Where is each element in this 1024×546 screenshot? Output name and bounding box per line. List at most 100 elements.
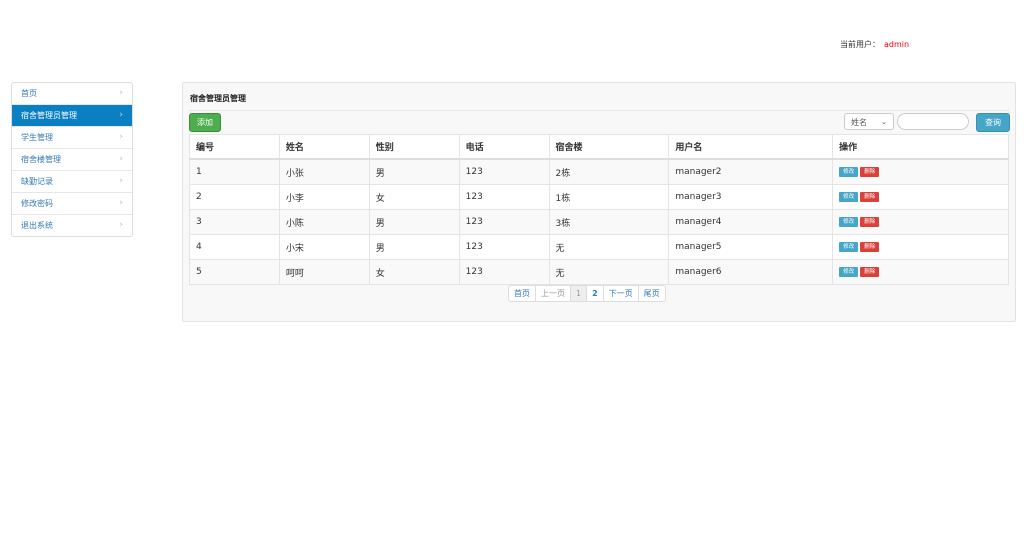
cell-gender: 男 <box>368 209 460 235</box>
cell-gender: 女 <box>368 184 460 210</box>
pagination-page-2[interactable]: 2 <box>586 286 603 301</box>
cell-building: 2栋 <box>548 158 670 185</box>
cell-username: manager5 <box>668 234 834 260</box>
cell-id: 4 <box>189 234 280 260</box>
column-header-actions: 操作 <box>832 134 1009 160</box>
cell-phone: 123 <box>458 158 550 185</box>
cell-gender: 男 <box>368 158 460 185</box>
cell-gender: 女 <box>368 259 460 285</box>
cell-building: 无 <box>548 234 670 260</box>
sidebar-item-logout[interactable]: 退出系统 › <box>12 214 132 236</box>
column-header-gender: 性别 <box>368 134 460 160</box>
delete-button[interactable]: 删除 <box>860 216 880 227</box>
chevron-right-icon: › <box>119 220 123 230</box>
column-header-building: 宿舍楼 <box>548 134 670 160</box>
sidebar-item-label: 宿舍楼管理 <box>21 155 61 164</box>
main-panel: 宿舍管理员管理 添加 姓名 ⌄ 查询 编号 姓名 性别 电话 宿舍楼 用户名 操… <box>182 82 1016 322</box>
sidebar-item-change-password[interactable]: 修改密码 › <box>12 192 132 214</box>
pagination-prev[interactable]: 上一页 <box>535 286 570 301</box>
search-field-selected: 姓名 <box>851 118 867 127</box>
cell-building: 1栋 <box>548 184 670 210</box>
cell-phone: 123 <box>458 209 550 235</box>
cell-building: 无 <box>548 259 670 285</box>
pagination-page-1[interactable]: 1 <box>570 286 587 301</box>
divider <box>189 110 1009 111</box>
table-row: 5 呵呵 女 123 无 manager6 修改 删除 <box>189 259 1009 285</box>
sidebar-item-label: 修改密码 <box>21 199 53 208</box>
chevron-down-icon: ⌄ <box>881 118 887 126</box>
add-button[interactable]: 添加 <box>189 113 221 132</box>
column-header-id: 编号 <box>189 134 280 160</box>
edit-button[interactable]: 修改 <box>839 241 859 252</box>
cell-id: 1 <box>189 158 280 185</box>
cell-actions: 修改 删除 <box>832 184 1009 210</box>
sidebar-item-dorm-manager-admin[interactable]: 宿舍管理员管理 › <box>12 104 132 126</box>
sidebar-item-label: 首页 <box>21 89 37 98</box>
chevron-right-icon: › <box>119 132 123 142</box>
search-input[interactable] <box>897 113 969 130</box>
query-button[interactable]: 查询 <box>976 113 1010 132</box>
cell-username: manager6 <box>668 259 834 285</box>
cell-name: 小李 <box>278 184 370 210</box>
sidebar-item-label: 宿舍管理员管理 <box>21 111 77 120</box>
column-header-username: 用户名 <box>668 134 834 160</box>
delete-button[interactable]: 删除 <box>860 266 880 277</box>
cell-actions: 修改 删除 <box>832 234 1009 260</box>
current-user-label: 当前用户： <box>840 40 880 49</box>
chevron-right-icon: › <box>119 176 123 186</box>
cell-phone: 123 <box>458 259 550 285</box>
cell-username: manager2 <box>668 158 834 185</box>
cell-actions: 修改 删除 <box>832 259 1009 285</box>
sidebar-item-student-admin[interactable]: 学生管理 › <box>12 126 132 148</box>
delete-button[interactable]: 删除 <box>860 191 880 202</box>
cell-name: 呵呵 <box>278 259 370 285</box>
chevron-right-icon: › <box>119 110 123 120</box>
managers-table: 编号 姓名 性别 电话 宿舍楼 用户名 操作 1 小张 男 123 2栋 man… <box>189 134 1009 285</box>
pagination-last[interactable]: 尾页 <box>637 286 665 301</box>
current-user-bar: 当前用户： admin <box>840 39 909 50</box>
column-header-name: 姓名 <box>278 134 370 160</box>
current-user-name: admin <box>884 40 910 49</box>
cell-actions: 修改 删除 <box>832 158 1009 185</box>
table-row: 3 小陈 男 123 3栋 manager4 修改 删除 <box>189 209 1009 235</box>
chevron-right-icon: › <box>119 198 123 208</box>
chevron-right-icon: › <box>119 88 123 98</box>
cell-actions: 修改 删除 <box>832 209 1009 235</box>
table-header-row: 编号 姓名 性别 电话 宿舍楼 用户名 操作 <box>189 134 1009 160</box>
pagination-next[interactable]: 下一页 <box>602 286 638 301</box>
edit-button[interactable]: 修改 <box>839 191 859 202</box>
sidebar-nav: 首页 › 宿舍管理员管理 › 学生管理 › 宿舍楼管理 › 缺勤记录 › 修改密… <box>11 82 133 237</box>
edit-button[interactable]: 修改 <box>839 216 859 227</box>
pagination-first[interactable]: 首页 <box>509 286 535 301</box>
sidebar-item-label: 学生管理 <box>21 133 53 142</box>
table-row: 4 小宋 男 123 无 manager5 修改 删除 <box>189 234 1009 260</box>
table-row: 1 小张 男 123 2栋 manager2 修改 删除 <box>189 158 1009 185</box>
cell-gender: 男 <box>368 234 460 260</box>
edit-button[interactable]: 修改 <box>839 266 859 277</box>
search-field-select[interactable]: 姓名 ⌄ <box>844 113 894 130</box>
sidebar-item-building-admin[interactable]: 宿舍楼管理 › <box>12 148 132 170</box>
cell-name: 小陈 <box>278 209 370 235</box>
sidebar-item-absence-records[interactable]: 缺勤记录 › <box>12 170 132 192</box>
cell-phone: 123 <box>458 234 550 260</box>
sidebar-item-label: 缺勤记录 <box>21 177 53 186</box>
cell-username: manager3 <box>668 184 834 210</box>
table-row: 2 小李 女 123 1栋 manager3 修改 删除 <box>189 184 1009 210</box>
delete-button[interactable]: 删除 <box>860 241 880 252</box>
cell-building: 3栋 <box>548 209 670 235</box>
chevron-right-icon: › <box>119 154 123 164</box>
column-header-phone: 电话 <box>458 134 550 160</box>
cell-id: 2 <box>189 184 280 210</box>
delete-button[interactable]: 删除 <box>860 166 880 177</box>
edit-button[interactable]: 修改 <box>839 166 859 177</box>
sidebar-item-label: 退出系统 <box>21 221 53 230</box>
cell-name: 小张 <box>278 158 370 185</box>
cell-phone: 123 <box>458 184 550 210</box>
cell-username: manager4 <box>668 209 834 235</box>
sidebar-item-home[interactable]: 首页 › <box>12 83 132 104</box>
cell-name: 小宋 <box>278 234 370 260</box>
page-title: 宿舍管理员管理 <box>190 94 246 103</box>
cell-id: 3 <box>189 209 280 235</box>
cell-id: 5 <box>189 259 280 285</box>
pagination: 首页 上一页 1 2 下一页 尾页 <box>508 285 666 302</box>
